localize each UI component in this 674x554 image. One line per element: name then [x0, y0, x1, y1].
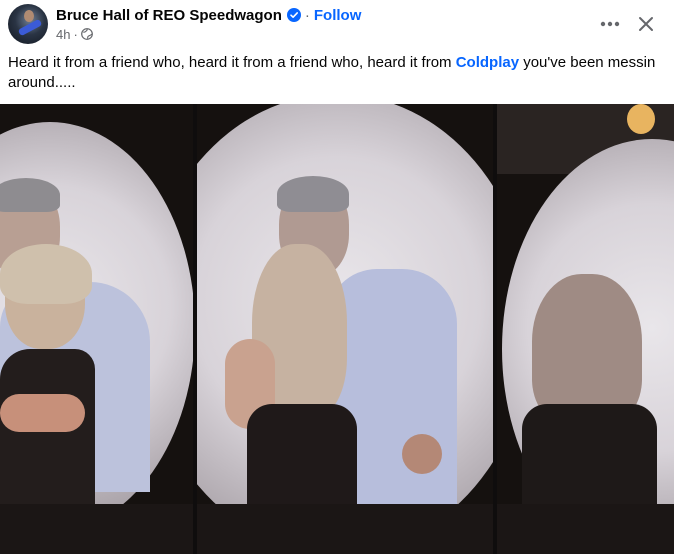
more-options-button[interactable]: [596, 10, 624, 38]
post-text: Heard it from a friend who, heard it fro…: [8, 53, 668, 93]
photo-collage[interactable]: [0, 104, 674, 554]
woman-hair: [532, 274, 642, 424]
globe-icon[interactable]: [80, 28, 93, 40]
verified-badge-icon: [286, 8, 301, 22]
post-header: Bruce Hall of REO Speedwagon · Follow 4h…: [0, 0, 674, 48]
crowd-foreground: [0, 504, 193, 554]
author-line: Bruce Hall of REO Speedwagon · Follow: [56, 6, 361, 24]
follow-separator: ·: [304, 6, 310, 24]
author-name[interactable]: Bruce Hall of REO Speedwagon: [56, 7, 282, 24]
post-text-start: Heard it from a friend who, heard it fro…: [8, 54, 456, 71]
photo-panel-left[interactable]: [0, 104, 193, 554]
stage-light: [627, 104, 655, 134]
post-meta: 4h ·: [56, 26, 93, 42]
photo-panel-center[interactable]: [197, 104, 493, 554]
crowd-foreground: [197, 504, 493, 554]
avatar-face: [24, 10, 34, 22]
meta-separator: ·: [73, 26, 78, 42]
avatar[interactable]: [8, 4, 48, 44]
close-button[interactable]: [632, 10, 660, 38]
coldplay-page-link[interactable]: Coldplay: [456, 54, 519, 71]
man-hair: [0, 178, 60, 212]
man-hair: [277, 176, 349, 212]
timestamp[interactable]: 4h: [56, 27, 70, 42]
follow-button[interactable]: Follow: [314, 7, 362, 24]
crowd-foreground: [497, 504, 674, 554]
hands: [0, 394, 85, 432]
woman-hair: [0, 244, 92, 304]
close-icon: [639, 17, 653, 31]
photo-panel-right[interactable]: [497, 104, 674, 554]
man-hand: [402, 434, 442, 474]
more-horizontal-icon: [600, 21, 620, 27]
